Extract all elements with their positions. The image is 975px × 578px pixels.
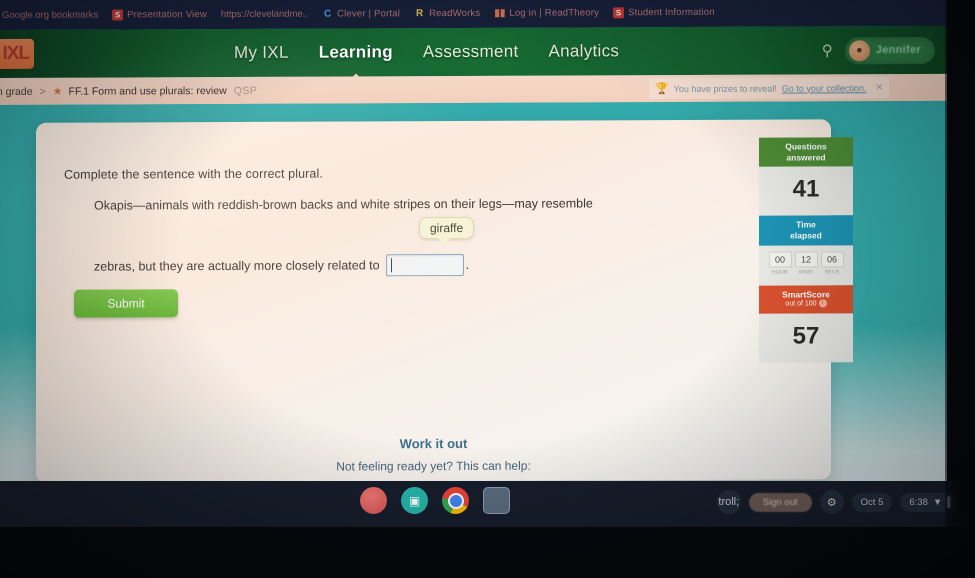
readworks-r-favicon: R (415, 7, 424, 19)
timer-seconds-number: 06 (820, 250, 844, 267)
monitor-bezel-right (945, 0, 975, 578)
bookmark-label: Clever | Portal (337, 7, 401, 20)
bookmark-label: ReadWorks (429, 7, 481, 19)
user-menu-button[interactable]: ● Jennifer (844, 36, 935, 64)
smartscore-value: 57 (759, 312, 853, 363)
search-icon[interactable]: ⚲ (822, 41, 833, 59)
bookmark-label: Log in | ReadTheory (509, 6, 600, 19)
info-icon[interactable]: i (818, 299, 827, 308)
red-square-favicon: S (613, 6, 625, 18)
user-name-label: Jennifer (875, 43, 921, 57)
smartscore-header-line1: SmartScore (782, 288, 830, 300)
nav-item-my-ixl[interactable]: My IXL (232, 39, 291, 67)
breadcrumb-grade[interactable]: th grade (0, 85, 33, 97)
prize-collection-link[interactable]: Go to your collection. (782, 83, 867, 93)
bookmark-item[interactable]: https://clevelandme.. (221, 8, 308, 19)
bookmark-item[interactable]: C Clever | Portal (322, 8, 400, 19)
time-elapsed-value: 00 HOUR 12 MINS 06 SECS (759, 244, 853, 286)
timer-hours-number: 00 (768, 251, 792, 268)
nav-links: My IXL Learning Assessment Analytics (232, 27, 621, 77)
close-icon[interactable]: ✕ (875, 82, 883, 93)
timer-minutes: 12 MINS (794, 250, 818, 276)
shelf-dock: ▣ (360, 487, 510, 514)
questions-answered-header-line2: answered (786, 152, 826, 163)
monitor-photo: Google.org bookmarks S Presentation View… (0, 0, 975, 578)
shelf-time: 6:38 (909, 496, 928, 508)
nav-item-assessment[interactable]: Assessment (421, 38, 521, 66)
bars-favicon: ▮▮ (494, 7, 506, 19)
bookmark-item[interactable]: S Student Information (613, 6, 715, 18)
bookmark-item[interactable]: R ReadWorks (414, 7, 480, 18)
stats-panel: Questions answered 41 Time elapsed 00 HO… (759, 137, 853, 363)
chrome-icon[interactable] (442, 487, 469, 514)
question-prompt: Complete the sentence with the correct p… (64, 166, 323, 182)
ixl-nav-bar: IXL My IXL Learning Assessment Analytics… (0, 25, 947, 79)
nav-item-learning[interactable]: Learning (317, 38, 395, 66)
submit-button[interactable]: Submit (74, 289, 178, 318)
nav-item-analytics[interactable]: Analytics (546, 37, 621, 65)
prize-banner: 🏆 You have prizes to reveal! Go to your … (648, 77, 889, 100)
shelf-date[interactable]: Oct 5 (851, 492, 893, 512)
tooltip-word: giraffe (430, 220, 464, 236)
timer-minutes-label: MINS (799, 268, 813, 276)
bookmark-item[interactable]: ▮▮ Log in | ReadTheory (494, 7, 599, 18)
red-square-favicon: S (112, 8, 124, 21)
work-it-out-heading: Work it out (399, 435, 468, 452)
bookmark-item[interactable]: Google.org bookmarks (2, 9, 98, 20)
status-chat-icon[interactable]: troll; (716, 490, 741, 514)
timer-seconds-label: SECS (824, 268, 840, 275)
timer-seconds: 06 SECS (820, 250, 844, 275)
work-it-out-subtitle: Not feeling ready yet? This can help: (336, 458, 531, 474)
bookmark-label: Student Information (628, 6, 715, 18)
app-icon-red[interactable] (360, 487, 387, 514)
answer-input[interactable] (385, 253, 464, 277)
shelf-status-area: troll; Sign out ⚙ Oct 5 6:38 ▼ ▌ (716, 490, 963, 514)
time-elapsed-header: Time elapsed (759, 215, 853, 246)
sentence-line2-text: zebras, but they are actually more close… (94, 258, 380, 274)
breadcrumb-skill: FF.1 Form and use plurals: review (68, 84, 227, 98)
gear-icon[interactable]: ⚙ (819, 490, 844, 514)
questions-answered-header: Questions answered (759, 137, 853, 167)
breadcrumb-skill-code: QSP (233, 84, 258, 97)
word-tooltip: giraffe (419, 216, 475, 240)
files-app-icon[interactable] (483, 487, 510, 514)
time-elapsed-header-line1: Time (796, 219, 816, 230)
breadcrumb: th grade > ★ FF.1 Form and use plurals: … (0, 73, 947, 105)
timer-hours: 00 HOUR (768, 251, 792, 276)
avatar: ● (848, 39, 870, 61)
questions-answered-value: 41 (759, 166, 853, 216)
bookmark-label: Google.org bookmarks (2, 9, 99, 21)
smartscore-header-line2: out of 100 i (761, 299, 851, 309)
timer-hours-label: HOUR (772, 269, 788, 276)
question-sentence-line2: zebras, but they are actually more close… (94, 253, 470, 278)
nav-right-group: ⚲ ● Jennifer (822, 26, 935, 74)
star-icon[interactable]: ★ (53, 85, 63, 98)
chat-app-icon[interactable]: ▣ (401, 487, 428, 514)
smartscore-out-of-label: out of 100 (785, 300, 817, 308)
time-elapsed-header-line2: elapsed (790, 230, 822, 241)
breadcrumb-separator: > (39, 85, 46, 98)
sign-out-button[interactable]: Sign out (748, 492, 812, 512)
prize-text: You have prizes to reveal! (673, 83, 777, 94)
screen: Google.org bookmarks S Presentation View… (0, 0, 947, 512)
wifi-icon: ▼ (932, 496, 943, 508)
sentence-period: . (465, 257, 470, 272)
monitor-bezel-bottom (0, 526, 975, 578)
question-card: Complete the sentence with the correct p… (36, 119, 853, 483)
chromeos-shelf: ▣ troll; Sign out ⚙ Oct 5 6:38 ▼ ▌ (0, 481, 975, 527)
clever-c-favicon: C (323, 8, 332, 20)
ixl-logo[interactable]: IXL (0, 38, 34, 70)
bookmark-label: https://clevelandme.. (220, 8, 309, 20)
timer-minutes-number: 12 (794, 250, 818, 268)
questions-answered-header-line1: Questions (785, 141, 827, 152)
question-sentence-line1: Okapis—animals with reddish-brown backs … (94, 196, 593, 213)
bookmark-item[interactable]: S Presentation View (112, 8, 207, 21)
trophy-icon: 🏆 (654, 83, 669, 96)
smartscore-header: SmartScore out of 100 i (759, 284, 853, 314)
bookmark-label: Presentation View (127, 8, 207, 20)
page-body: Complete the sentence with the correct p… (0, 100, 947, 512)
